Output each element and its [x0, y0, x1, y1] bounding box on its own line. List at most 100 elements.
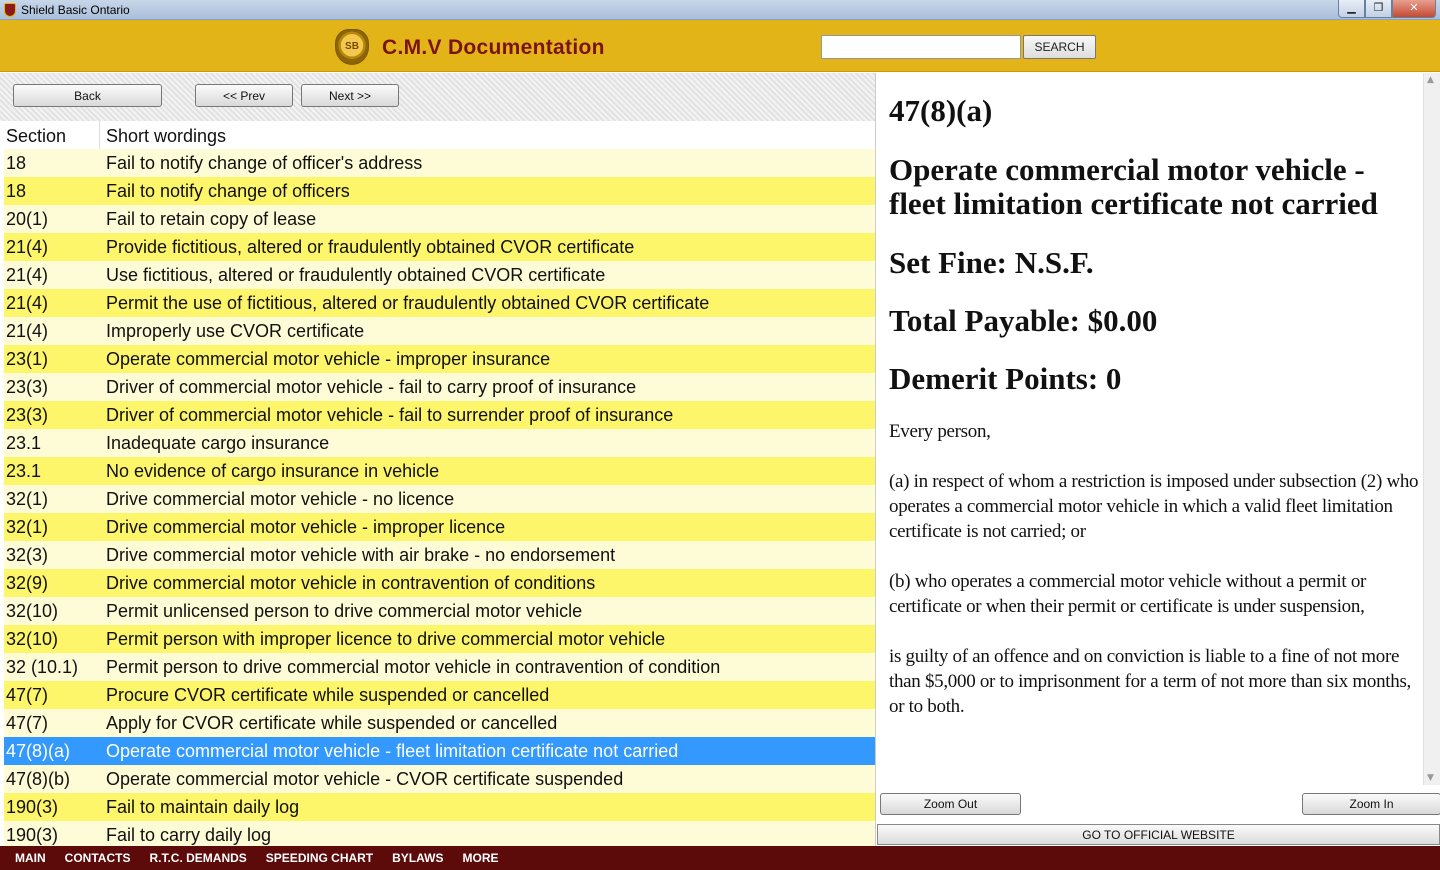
- table-row[interactable]: 20(1) Fail to retain copy of lease: [4, 205, 875, 233]
- table-row[interactable]: 18 Fail to notify change of officer's add…: [4, 149, 875, 177]
- maximize-button[interactable]: ❐: [1365, 0, 1392, 18]
- table-row[interactable]: 21(4) Provide fictitious, altered or frau…: [4, 233, 875, 261]
- table-row[interactable]: 23(1) Operate commercial motor vehicle - …: [4, 345, 875, 373]
- nav-toolbar: Back << Prev Next >>: [0, 73, 875, 121]
- window-title: Shield Basic Ontario: [21, 3, 130, 17]
- row-section: 23.1: [6, 433, 42, 453]
- menu-item-more[interactable]: MORE: [462, 846, 498, 870]
- official-website-button[interactable]: GO TO OFFICIAL WEBSITE: [877, 824, 1440, 845]
- menu-item-bylaws[interactable]: BYLAWS: [392, 846, 443, 870]
- app-title: C.M.V Documentation: [382, 36, 605, 59]
- row-wording: Drive commercial motor vehicle in contra…: [106, 573, 596, 593]
- row-wording: Fail to maintain daily log: [106, 797, 300, 817]
- column-header-section[interactable]: Section: [0, 121, 100, 149]
- table-row[interactable]: 190(3) Fail to maintain daily log: [4, 793, 875, 821]
- detail-paragraph: Every person,: [889, 421, 991, 442]
- table-row[interactable]: 47(7) Apply for CVOR certificate while su…: [4, 709, 875, 737]
- bottom-menu: MAIN CONTACTS R.T.C. DEMANDS SPEEDING CHART…: [0, 846, 1440, 870]
- detail-scrollbar[interactable]: ▲ ▼: [1423, 73, 1440, 785]
- table-row[interactable]: 32(10) Permit unlicensed person to drive …: [4, 597, 875, 625]
- back-button[interactable]: Back: [13, 84, 162, 107]
- table-row[interactable]: 21(4) Permit the use of fictitious, alter…: [4, 289, 875, 317]
- table-header: Section Short wordings: [0, 121, 875, 149]
- table-row[interactable]: 23.1 No evidence of cargo insurance in ve…: [4, 457, 875, 485]
- table-row[interactable]: 32(9) Drive commercial motor vehicle in c…: [4, 569, 875, 597]
- row-section: 32 (10.1): [6, 657, 79, 677]
- row-section: 47(7): [6, 685, 49, 705]
- column-header-wordings[interactable]: Short wordings: [100, 121, 226, 149]
- row-wording: No evidence of cargo insurance in vehicl…: [106, 461, 440, 481]
- zoom-in-button[interactable]: Zoom In: [1302, 793, 1440, 815]
- next-button[interactable]: Next >>: [301, 84, 399, 107]
- row-wording: Fail to retain copy of lease: [106, 209, 317, 229]
- table-row[interactable]: 32(3) Drive commercial motor vehicle with…: [4, 541, 875, 569]
- row-section: 190(3): [6, 797, 59, 817]
- table-row[interactable]: 32(10) Permit person with improper licenc…: [4, 625, 875, 653]
- row-section: 23(3): [6, 377, 49, 397]
- detail-paragraph: is guilty of an offence and on convictio…: [889, 646, 1412, 717]
- detail-pane: 47(8)(a) Operate commercial motor vehicl…: [875, 73, 1440, 846]
- menu-item-main[interactable]: MAIN: [15, 846, 46, 870]
- table-row[interactable]: 21(4) Use fictitious, altered or fraudule…: [4, 261, 875, 289]
- table-row-selected[interactable]: 47(8)(a) Operate commercial motor vehicle…: [4, 737, 875, 765]
- table-row[interactable]: 23(3) Driver of commercial motor vehicle …: [4, 373, 875, 401]
- row-section: 20(1): [6, 209, 49, 229]
- row-section: 21(4): [6, 293, 49, 313]
- detail-content: 47(8)(a) Operate commercial motor vehicl…: [889, 73, 1419, 785]
- table-row[interactable]: 18 Fail to notify change of officers: [4, 177, 875, 205]
- table-row[interactable]: 21(4) Improperly use CVOR certificate: [4, 317, 875, 345]
- row-wording: Permit unlicensed person to drive commer…: [106, 601, 583, 621]
- row-wording: Provide fictitious, altered or fraudulen…: [106, 237, 635, 257]
- row-section: 18: [6, 181, 27, 201]
- zoom-out-button[interactable]: Zoom Out: [880, 793, 1021, 815]
- detail-section: 47(8)(a): [889, 93, 993, 128]
- menu-item-speeding-chart[interactable]: SPEEDING CHART: [266, 846, 373, 870]
- row-wording: Drive commercial motor vehicle - imprope…: [106, 517, 506, 537]
- row-wording: Drive commercial motor vehicle - no lice…: [106, 489, 455, 509]
- row-wording: Driver of commercial motor vehicle - fai…: [106, 405, 674, 425]
- table-row[interactable]: 32(1) Drive commercial motor vehicle - no…: [4, 485, 875, 513]
- table-row[interactable]: 32(1) Drive commercial motor vehicle - im…: [4, 513, 875, 541]
- row-wording: Driver of commercial motor vehicle - fai…: [106, 377, 637, 397]
- row-wording: Fail to notify change of officers: [106, 181, 350, 201]
- scroll-up-icon[interactable]: ▲: [1427, 75, 1434, 85]
- table-row[interactable]: 32 (10.1) Permit person to drive commerci…: [4, 653, 875, 681]
- app-header: SB C.M.V Documentation SEARCH: [0, 20, 1440, 72]
- police-badge-icon: SB: [335, 29, 369, 65]
- prev-button[interactable]: << Prev: [195, 84, 293, 107]
- row-section: 23(1): [6, 349, 49, 369]
- row-section: 21(4): [6, 237, 49, 257]
- offence-table: Section Short wordings 18 Fail to notify …: [0, 121, 875, 846]
- row-wording: Procure CVOR certificate while suspended…: [106, 685, 550, 705]
- row-section: 23(3): [6, 405, 49, 425]
- table-row[interactable]: 23.1 Inadequate cargo insurance: [4, 429, 875, 457]
- menu-item-contacts[interactable]: CONTACTS: [65, 846, 131, 870]
- detail-body: Every person, (a) in respect of whom a r…: [889, 419, 1419, 719]
- search-input[interactable]: [821, 35, 1021, 59]
- row-wording: Operate commercial motor vehicle - fleet…: [106, 741, 679, 761]
- row-section: 21(4): [6, 321, 49, 341]
- menu-item-r-t-c-demands[interactable]: R.T.C. DEMANDS: [149, 846, 246, 870]
- row-section: 23.1: [6, 461, 42, 481]
- table-row[interactable]: 23(3) Driver of commercial motor vehicle …: [4, 401, 875, 429]
- row-wording: Drive commercial motor vehicle with air …: [106, 545, 616, 565]
- search-button[interactable]: SEARCH: [1023, 35, 1096, 59]
- row-wording: Use fictitious, altered or fraudulently …: [106, 265, 606, 285]
- row-wording: Permit person with improper licence to d…: [106, 629, 666, 649]
- row-section: 32(10): [6, 629, 59, 649]
- row-wording: Apply for CVOR certificate while suspend…: [106, 713, 558, 733]
- table-row[interactable]: 47(8)(b) Operate commercial motor vehicle…: [4, 765, 875, 793]
- row-wording: Fail to notify change of officer's addre…: [106, 153, 423, 173]
- detail-paragraph: (b) who operates a commercial motor vehi…: [889, 571, 1367, 617]
- row-wording: Improperly use CVOR certificate: [106, 321, 365, 341]
- row-section: 18: [6, 153, 27, 173]
- detail-demerit-points: Demerit Points: 0: [889, 361, 1122, 396]
- offence-list-pane: Back << Prev Next >> Section Short wordi…: [0, 73, 875, 846]
- close-button[interactable]: ✕: [1392, 0, 1436, 18]
- row-wording: Operate commercial motor vehicle - CVOR …: [106, 769, 624, 789]
- minimize-button[interactable]: ▁: [1338, 0, 1365, 18]
- table-row[interactable]: 47(7) Procure CVOR certificate while susp…: [4, 681, 875, 709]
- scroll-down-icon[interactable]: ▼: [1427, 773, 1434, 783]
- table-row[interactable]: 190(3) Fail to carry daily log: [4, 821, 875, 846]
- row-wording: Permit the use of fictitious, altered or…: [106, 293, 710, 313]
